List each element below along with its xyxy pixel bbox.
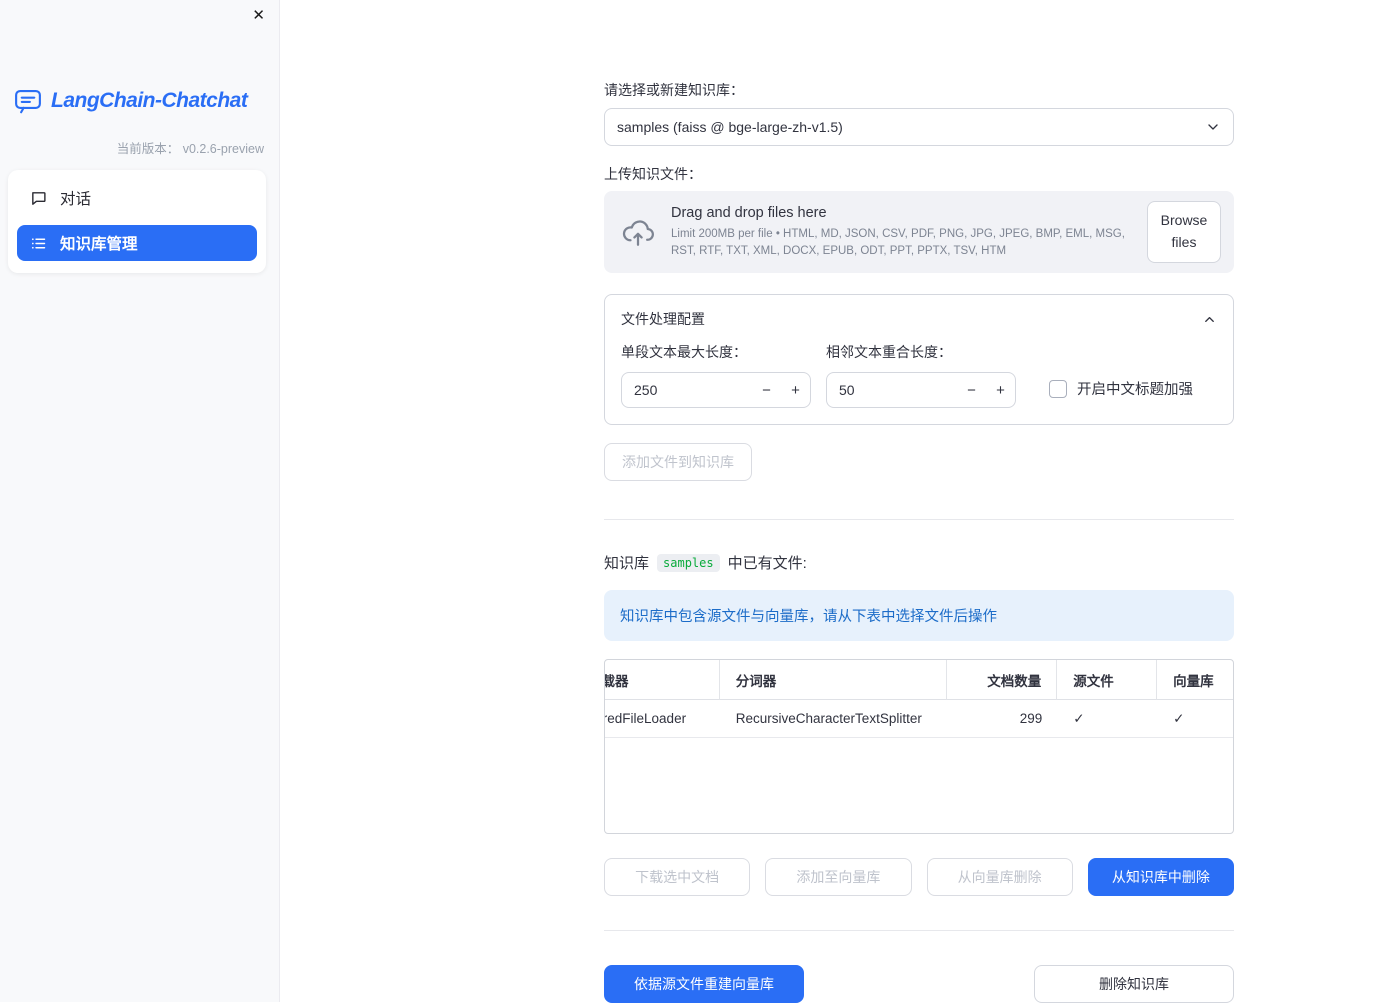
kb-list-icon (30, 235, 47, 252)
zh-title-enhance-checkbox[interactable]: 开启中文标题加强 (1049, 378, 1193, 399)
logo-text: LangChain-Chatchat (51, 89, 248, 112)
divider (604, 519, 1234, 520)
sidebar-menu: 对话 知识库管理 (8, 170, 266, 273)
delete-kb-button[interactable]: 删除知识库 (1034, 965, 1234, 1003)
expander-title: 文件处理配置 (621, 311, 705, 327)
logo-chat-icon (12, 86, 44, 116)
cloud-upload-icon (620, 214, 656, 250)
col-header-loader: 文档加载器 (605, 660, 720, 700)
chevron-down-icon (1205, 119, 1221, 135)
kb-select-label: 请选择或新建知识库： (604, 82, 744, 98)
max-length-input[interactable]: 250 − + (621, 372, 811, 408)
uploader-limit-text: Limit 200MB per file • HTML, MD, JSON, C… (671, 228, 1125, 257)
sidebar: ✕ LangChain-Chatchat 当前版本： v0.2.6-previe… (0, 0, 280, 1002)
max-length-label: 单段文本最大长度： (621, 344, 747, 360)
existing-files-suffix: 中已有文件: (727, 555, 807, 572)
kb-select[interactable]: samples (faiss @ bge-large-zh-v1.5) (604, 108, 1234, 146)
max-length-value: 250 (634, 382, 658, 398)
increment-button[interactable]: + (781, 373, 810, 407)
col-header-doc-count: 文档数量 (947, 660, 1058, 700)
cell-loader: UnstructuredFileLoader (605, 700, 720, 738)
sidebar-item-label: 知识库管理 (60, 236, 138, 253)
divider (604, 930, 1234, 931)
app-window: ✕ LangChain-Chatchat 当前版本： v0.2.6-previe… (0, 0, 1380, 1003)
uploader-text: Drag and drop files here Limit 200MB per… (671, 205, 1132, 258)
existing-files-heading: 知识库 samples 中已有文件: (604, 552, 1234, 573)
chevron-up-icon (1202, 312, 1217, 327)
uploader-title: Drag and drop files here (671, 205, 827, 222)
version-text: 当前版本： v0.2.6-preview (117, 138, 264, 157)
cell-vector-store: ✓ (1157, 700, 1233, 738)
col-header-splitter: 分词器 (719, 660, 948, 700)
sidebar-item-kb-management[interactable]: 知识库管理 (17, 225, 257, 261)
cell-doc-count: 299 (947, 700, 1058, 738)
existing-files-prefix: 知识库 (604, 555, 650, 572)
col-header-source-file: 源文件 (1057, 660, 1158, 700)
info-alert: 知识库中包含源文件与向量库，请从下表中选择文件后操作 (604, 590, 1234, 641)
sidebar-item-label: 对话 (60, 191, 92, 208)
main-content: 请选择或新建知识库： samples (faiss @ bge-large-zh… (604, 0, 1234, 1003)
delete-from-vector-store-button[interactable]: 从向量库删除 (926, 858, 1073, 896)
overlap-length-input[interactable]: 50 − + (826, 372, 1016, 408)
max-length-field: 单段文本最大长度： 250 − + (621, 342, 811, 408)
file-uploader-dropzone[interactable]: Drag and drop files here Limit 200MB per… (604, 191, 1234, 273)
cell-source-file: ✓ (1057, 700, 1158, 738)
upload-label: 上传知识文件： (604, 166, 702, 182)
add-to-vector-store-button[interactable]: 添加至向量库 (765, 858, 912, 896)
increment-button[interactable]: + (986, 373, 1015, 407)
browse-files-button[interactable]: Browse files (1147, 201, 1221, 263)
expander-body: 单段文本最大长度： 250 − + 相邻文本重合长度： 50 − + 开启中文标… (605, 329, 1233, 424)
sidebar-collapse-icon[interactable]: ✕ (252, 8, 265, 23)
decrement-button[interactable]: − (752, 373, 781, 407)
kb-name-code: samples (657, 553, 720, 572)
file-actions-row: 下载选中文档 添加至向量库 从向量库删除 从知识库中删除 (604, 858, 1234, 896)
overlap-length-value: 50 (839, 382, 855, 398)
chat-bubble-icon (30, 190, 47, 207)
app-logo: LangChain-Chatchat (12, 86, 248, 116)
overlap-length-label: 相邻文本重合长度： (826, 344, 952, 360)
decrement-button[interactable]: − (957, 373, 986, 407)
info-text: 知识库中包含源文件与向量库，请从下表中选择文件后操作 (620, 609, 997, 625)
download-selected-button[interactable]: 下载选中文档 (604, 858, 751, 896)
rebuild-vector-store-button[interactable]: 依据源文件重建向量库 (604, 965, 804, 1003)
delete-from-kb-button[interactable]: 从知识库中删除 (1087, 858, 1234, 896)
expander-header[interactable]: 文件处理配置 (605, 295, 1233, 329)
overlap-length-field: 相邻文本重合长度： 50 − + (826, 342, 1016, 408)
kb-files-table[interactable]: 文档加载器 分词器 文档数量 源文件 向量库 UnstructuredFileL… (604, 659, 1234, 834)
col-header-vector-store: 向量库 (1157, 660, 1233, 700)
add-files-to-kb-button[interactable]: 添加文件到知识库 (604, 443, 752, 481)
checkbox-box-icon[interactable] (1049, 379, 1067, 398)
kb-select-value: samples (faiss @ bge-large-zh-v1.5) (617, 119, 843, 135)
version-value: v0.2.6-preview (182, 142, 264, 156)
version-label: 当前版本： (116, 142, 180, 156)
file-config-expander: 文件处理配置 单段文本最大长度： 250 − + 相邻文本重合长度： 50 − … (604, 294, 1234, 425)
table-header-row: 文档加载器 分词器 文档数量 源文件 向量库 (605, 660, 1233, 700)
kb-actions-row: 依据源文件重建向量库 删除知识库 (604, 965, 1234, 1003)
checkbox-label: 开启中文标题加强 (1077, 382, 1193, 398)
cell-splitter: RecursiveCharacterTextSplitter (719, 700, 948, 738)
table-row[interactable]: UnstructuredFileLoader RecursiveCharacte… (605, 700, 1233, 738)
sidebar-item-dialogue[interactable]: 对话 (17, 180, 257, 216)
